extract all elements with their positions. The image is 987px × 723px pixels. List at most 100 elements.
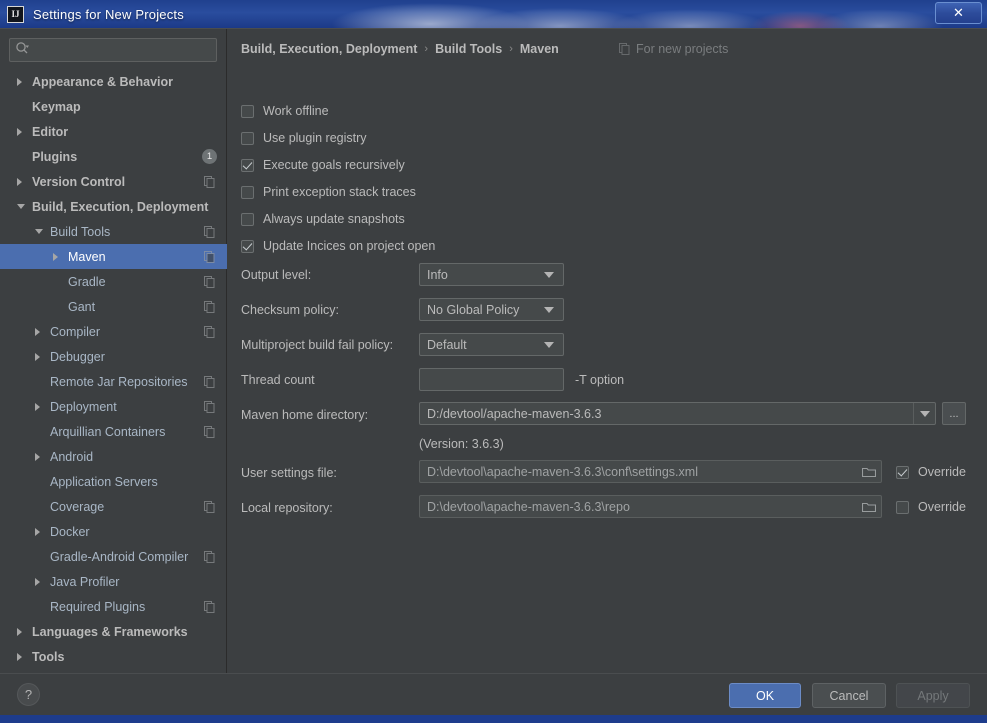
chevron-right-icon[interactable] — [35, 527, 40, 536]
checkbox-box — [241, 131, 254, 145]
checkbox-execute-goals-recursively[interactable]: Execute goals recursively — [241, 155, 405, 175]
search-field[interactable] — [9, 38, 217, 62]
help-button[interactable]: ? — [17, 683, 40, 706]
checkbox-box — [241, 185, 254, 199]
folder-icon[interactable] — [857, 461, 881, 482]
sidebar-item-remote-jar-repositories[interactable]: Remote Jar Repositories — [0, 369, 227, 394]
sidebar-item-required-plugins[interactable]: Required Plugins — [0, 594, 227, 619]
maven-version-note: (Version: 3.6.3) — [419, 437, 504, 451]
chevron-down-icon[interactable] — [35, 229, 43, 234]
thread-count-input[interactable] — [419, 368, 564, 391]
sidebar-item-label: Keymap — [32, 99, 81, 114]
chevron-right-icon[interactable] — [17, 77, 22, 86]
sidebar-item-android[interactable]: Android — [0, 444, 227, 469]
sidebar-item-gant[interactable]: Gant — [0, 294, 227, 319]
breadcrumb-part-1[interactable]: Build Tools — [435, 42, 502, 56]
output-level-dropdown[interactable]: Info — [419, 263, 564, 286]
checkbox-work-offline[interactable]: Work offline — [241, 101, 329, 121]
user-settings-override-checkbox[interactable]: Override — [896, 465, 966, 479]
chevron-right-icon[interactable] — [17, 177, 22, 186]
chevron-right-icon[interactable] — [17, 627, 22, 636]
sidebar-item-maven[interactable]: Maven — [0, 244, 227, 269]
copy-icon — [204, 600, 215, 613]
sidebar-item-label: Appearance & Behavior — [32, 74, 174, 89]
sidebar-item-docker[interactable]: Docker — [0, 519, 227, 544]
copy-icon — [204, 300, 215, 313]
sidebar-item-version-control[interactable]: Version Control — [0, 169, 227, 194]
sidebar-item-label: Android — [50, 449, 94, 464]
copy-icon — [204, 250, 215, 263]
settings-tree[interactable]: Appearance & Behavior Keymap Editor Plugins… — [0, 69, 227, 673]
breadcrumb-part-0[interactable]: Build, Execution, Deployment — [241, 42, 417, 56]
sidebar-item-java-profiler[interactable]: Java Profiler — [0, 569, 227, 594]
chevron-right-icon[interactable] — [35, 577, 40, 586]
sidebar-item-languages-frameworks[interactable]: Languages & Frameworks — [0, 619, 227, 644]
sidebar-item-application-servers[interactable]: Application Servers — [0, 469, 227, 494]
sidebar-item-compiler[interactable]: Compiler — [0, 319, 227, 344]
checkbox-box — [241, 158, 254, 172]
output-level-label: Output level: — [241, 268, 312, 282]
copy-icon — [204, 400, 215, 413]
sidebar-item-label: Gradle — [68, 274, 106, 289]
sidebar-item-deployment[interactable]: Deployment — [0, 394, 227, 419]
breadcrumb-separator: › — [509, 43, 513, 55]
user-settings-value: D:\devtool\apache-maven-3.6.3\conf\setti… — [427, 464, 698, 479]
sidebar-item-label: Debugger — [50, 349, 105, 364]
search-input[interactable] — [30, 43, 216, 57]
settings-dialog-window: IJ Settings for New Projects ✕ Appearanc… — [0, 0, 987, 723]
sidebar-item-label: Plugins — [32, 149, 78, 164]
folder-icon[interactable] — [857, 496, 881, 517]
chevron-right-icon[interactable] — [35, 327, 40, 336]
copy-icon — [204, 175, 215, 188]
multiproject-policy-value: Default — [427, 337, 467, 352]
chevron-right-icon[interactable] — [35, 352, 40, 361]
chevron-down-icon — [544, 306, 554, 313]
dialog-body: Appearance & Behavior Keymap Editor Plugins… — [0, 28, 987, 715]
chevron-right-icon[interactable] — [17, 127, 22, 136]
chevron-right-icon[interactable] — [17, 652, 22, 661]
sidebar-item-gradle-android-compiler[interactable]: Gradle-Android Compiler — [0, 544, 227, 569]
breadcrumb-separator: › — [424, 43, 429, 55]
chevron-right-icon[interactable] — [35, 402, 40, 411]
copy-icon — [204, 325, 215, 338]
user-settings-override-label: Override — [918, 465, 966, 479]
chevron-down-icon[interactable] — [17, 204, 25, 209]
sidebar-item-coverage[interactable]: Coverage — [0, 494, 227, 519]
sidebar-item-arquillian-containers[interactable]: Arquillian Containers — [0, 419, 227, 444]
checksum-policy-dropdown[interactable]: No Global Policy — [419, 298, 564, 321]
sidebar-item-tools[interactable]: Tools — [0, 644, 227, 669]
sidebar-item-label: Tools — [32, 649, 65, 664]
thread-count-hint: -T option — [575, 373, 625, 387]
copy-icon — [204, 550, 215, 563]
ok-button[interactable]: OK — [729, 683, 801, 708]
chevron-right-icon[interactable] — [53, 252, 58, 261]
user-settings-label: User settings file: — [241, 466, 337, 480]
local-repository-override-checkbox[interactable]: Override — [896, 500, 966, 514]
chevron-right-icon[interactable] — [35, 452, 40, 461]
sidebar-item-appearance-behavior[interactable]: Appearance & Behavior — [0, 69, 227, 94]
close-button[interactable]: ✕ — [935, 2, 982, 24]
multiproject-policy-dropdown[interactable]: Default — [419, 333, 564, 356]
local-repository-label: Local repository: — [241, 501, 333, 515]
sidebar-item-label: Java Profiler — [50, 574, 120, 589]
local-repository-field[interactable]: D:\devtool\apache-maven-3.6.3\repo — [419, 495, 882, 518]
checkbox-print-exception-stack-traces[interactable]: Print exception stack traces — [241, 182, 416, 202]
sidebar-item-plugins[interactable]: Plugins 1 — [0, 144, 227, 169]
user-settings-field[interactable]: D:\devtool\apache-maven-3.6.3\conf\setti… — [419, 460, 882, 483]
sidebar-item-build-execution-deployment[interactable]: Build, Execution, Deployment — [0, 194, 227, 219]
sidebar-item-keymap[interactable]: Keymap — [0, 94, 227, 119]
maven-home-dropdown-button[interactable] — [913, 403, 935, 424]
checkbox-use-plugin-registry[interactable]: Use plugin registry — [241, 128, 367, 148]
sidebar-item-label: Deployment — [50, 399, 117, 414]
maven-home-combobox[interactable]: D:/devtool/apache-maven-3.6.3 — [419, 402, 936, 425]
maven-home-browse-button[interactable]: ... — [942, 402, 966, 425]
breadcrumb: Build, Execution, Deployment › Build Tools… — [241, 39, 559, 59]
checkbox-update-incices-on-project-open[interactable]: Update Incices on project open — [241, 236, 435, 256]
sidebar-item-build-tools[interactable]: Build Tools — [0, 219, 227, 244]
title-bar: IJ Settings for New Projects ✕ — [0, 0, 987, 28]
checkbox-always-update-snapshots[interactable]: Always update snapshots — [241, 209, 405, 229]
sidebar-item-gradle[interactable]: Gradle — [0, 269, 227, 294]
sidebar-item-editor[interactable]: Editor — [0, 119, 227, 144]
sidebar-item-debugger[interactable]: Debugger — [0, 344, 227, 369]
cancel-button[interactable]: Cancel — [812, 683, 886, 708]
